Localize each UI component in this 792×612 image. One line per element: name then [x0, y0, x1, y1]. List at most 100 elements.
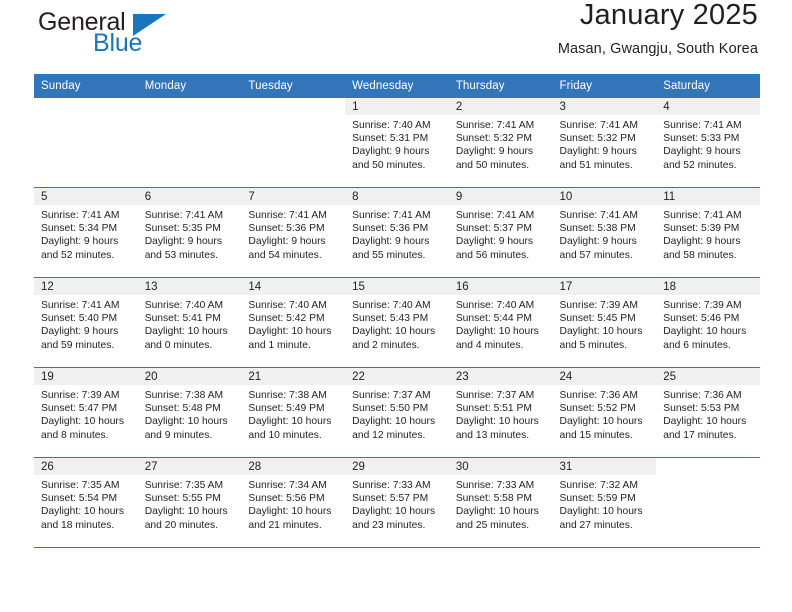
- day-number: 26: [34, 458, 138, 475]
- calendar-day-cell[interactable]: 28 Sunrise: 7:34 AM Sunset: 5:56 PM Dayligh…: [241, 457, 346, 548]
- calendar-day-cell[interactable]: 22 Sunrise: 7:37 AM Sunset: 5:50 PM Dayligh…: [345, 367, 449, 458]
- daylight-text-line1: Daylight: 10 hours: [559, 326, 643, 338]
- calendar-day-cell[interactable]: 24 Sunrise: 7:36 AM Sunset: 5:52 PM Dayligh…: [552, 367, 657, 458]
- sunrise-text: Sunrise: 7:39 AM: [663, 300, 742, 311]
- calendar-week-row: 5 Sunrise: 7:41 AM Sunset: 5:34 PM Daylight…: [34, 187, 760, 278]
- calendar-week-row: 19 Sunrise: 7:39 AM Sunset: 5:47 PM Dayligh…: [34, 367, 760, 458]
- daylight-text-line2: and 56 minutes.: [455, 249, 530, 261]
- daylight-text-line1: Daylight: 10 hours: [455, 416, 539, 428]
- calendar-day-cell[interactable]: 7 Sunrise: 7:41 AM Sunset: 5:36 PM Daylight…: [241, 187, 346, 278]
- daylight-text-line2: and 55 minutes.: [352, 249, 426, 261]
- day-number: 20: [137, 368, 242, 385]
- day-details: Sunrise: 7:41 AM Sunset: 5:36 PM Daylight:…: [345, 205, 449, 262]
- daylight-text-line2: and 6 minutes.: [663, 339, 731, 351]
- day-cell-content: 7 Sunrise: 7:41 AM Sunset: 5:36 PM Daylight…: [241, 188, 346, 277]
- calendar-day-cell[interactable]: 27 Sunrise: 7:35 AM Sunset: 5:55 PM Dayligh…: [137, 457, 242, 548]
- day-details: Sunrise: 7:41 AM Sunset: 5:32 PM Daylight:…: [449, 115, 553, 172]
- calendar-day-cell[interactable]: 18 Sunrise: 7:39 AM Sunset: 5:46 PM Dayligh…: [656, 277, 760, 368]
- day-details: Sunrise: 7:40 AM Sunset: 5:43 PM Daylight:…: [345, 295, 449, 352]
- day-cell-content: 4 Sunrise: 7:41 AM Sunset: 5:33 PM Daylight…: [656, 98, 760, 187]
- sunset-text: Sunset: 5:52 PM: [559, 403, 636, 415]
- calendar-day-cell[interactable]: 26 Sunrise: 7:35 AM Sunset: 5:54 PM Dayligh…: [34, 457, 138, 548]
- daylight-text-line1: Daylight: 9 hours: [41, 236, 119, 248]
- calendar-day-cell[interactable]: 10 Sunrise: 7:41 AM Sunset: 5:38 PM Dayligh…: [552, 187, 657, 278]
- day-number: 10: [552, 188, 657, 205]
- sunrise-text: Sunrise: 7:41 AM: [352, 210, 431, 221]
- daylight-text-line1: Daylight: 10 hours: [144, 506, 228, 518]
- sunset-text: Sunset: 5:47 PM: [41, 403, 118, 415]
- sunrise-text: Sunrise: 7:41 AM: [41, 210, 120, 221]
- day-details: Sunrise: 7:37 AM Sunset: 5:50 PM Daylight:…: [345, 385, 449, 442]
- sunrise-text: Sunrise: 7:40 AM: [352, 300, 431, 311]
- day-cell-content: 27 Sunrise: 7:35 AM Sunset: 5:55 PM Dayligh…: [137, 458, 242, 547]
- daylight-text-line1: Daylight: 10 hours: [41, 506, 124, 518]
- sunset-text: Sunset: 5:34 PM: [41, 223, 118, 235]
- calendar-day-cell[interactable]: 1 Sunrise: 7:40 AM Sunset: 5:31 PM Daylight…: [345, 98, 449, 188]
- calendar-day-cell[interactable]: [241, 98, 346, 188]
- calendar-day-cell[interactable]: 5 Sunrise: 7:41 AM Sunset: 5:34 PM Daylight…: [34, 187, 138, 278]
- sunset-text: Sunset: 5:55 PM: [144, 493, 221, 505]
- daylight-text-line2: and 0 minutes.: [144, 339, 213, 351]
- weekday-header-friday: Friday: [552, 74, 657, 98]
- daylight-text-line2: and 1 minute.: [248, 339, 311, 351]
- calendar-day-cell[interactable]: 6 Sunrise: 7:41 AM Sunset: 5:35 PM Daylight…: [137, 187, 242, 278]
- calendar-day-cell[interactable]: 19 Sunrise: 7:39 AM Sunset: 5:47 PM Dayligh…: [34, 367, 138, 458]
- calendar-day-cell[interactable]: 31 Sunrise: 7:32 AM Sunset: 5:59 PM Dayligh…: [552, 457, 657, 548]
- day-details: Sunrise: 7:32 AM Sunset: 5:59 PM Daylight:…: [553, 475, 657, 532]
- calendar-day-cell[interactable]: 13 Sunrise: 7:40 AM Sunset: 5:41 PM Dayligh…: [137, 277, 242, 368]
- daylight-text-line2: and 51 minutes.: [559, 159, 633, 171]
- sunset-text: Sunset: 5:35 PM: [144, 223, 221, 235]
- sunset-text: Sunset: 5:58 PM: [455, 493, 532, 505]
- calendar-day-cell[interactable]: 20 Sunrise: 7:38 AM Sunset: 5:48 PM Dayligh…: [137, 367, 242, 458]
- day-number: 5: [34, 188, 138, 205]
- calendar-day-cell[interactable]: 9 Sunrise: 7:41 AM Sunset: 5:37 PM Daylight…: [448, 187, 553, 278]
- day-number: 8: [345, 188, 449, 205]
- calendar-day-cell[interactable]: 12 Sunrise: 7:41 AM Sunset: 5:40 PM Dayligh…: [34, 277, 138, 368]
- day-cell-content: 15 Sunrise: 7:40 AM Sunset: 5:43 PM Dayligh…: [345, 278, 449, 367]
- calendar-day-cell[interactable]: 16 Sunrise: 7:40 AM Sunset: 5:44 PM Dayligh…: [448, 277, 553, 368]
- daylight-text-line2: and 15 minutes.: [559, 429, 633, 441]
- sunrise-text: Sunrise: 7:37 AM: [455, 390, 535, 401]
- daylight-text-line1: Daylight: 10 hours: [352, 326, 436, 338]
- day-cell-content: 9 Sunrise: 7:41 AM Sunset: 5:37 PM Daylight…: [448, 188, 553, 277]
- daylight-text-line1: Daylight: 9 hours: [455, 146, 534, 158]
- calendar-day-cell[interactable]: [137, 98, 242, 188]
- calendar-day-cell[interactable]: 30 Sunrise: 7:33 AM Sunset: 5:58 PM Dayligh…: [448, 457, 553, 548]
- calendar-day-cell[interactable]: 15 Sunrise: 7:40 AM Sunset: 5:43 PM Dayligh…: [345, 277, 449, 368]
- day-cell-content: [137, 98, 242, 187]
- day-number: 21: [241, 368, 346, 385]
- sunset-text: Sunset: 5:54 PM: [41, 493, 118, 505]
- calendar-day-cell[interactable]: [656, 457, 760, 548]
- day-number: [241, 98, 346, 115]
- calendar-day-cell[interactable]: 25 Sunrise: 7:36 AM Sunset: 5:53 PM Dayligh…: [656, 367, 760, 458]
- day-number: 11: [656, 188, 760, 205]
- daylight-text-line2: and 4 minutes.: [455, 339, 524, 351]
- sunrise-text: Sunrise: 7:32 AM: [559, 480, 638, 491]
- calendar-day-cell[interactable]: 14 Sunrise: 7:40 AM Sunset: 5:42 PM Dayligh…: [241, 277, 346, 368]
- sunset-text: Sunset: 5:44 PM: [455, 313, 532, 325]
- calendar-day-cell[interactable]: [34, 98, 138, 188]
- calendar-day-cell[interactable]: 29 Sunrise: 7:33 AM Sunset: 5:57 PM Dayligh…: [345, 457, 449, 548]
- calendar-day-cell[interactable]: 2 Sunrise: 7:41 AM Sunset: 5:32 PM Daylight…: [448, 98, 553, 188]
- sunrise-text: Sunrise: 7:40 AM: [144, 300, 224, 311]
- sunrise-text: Sunrise: 7:41 AM: [663, 120, 742, 131]
- day-cell-content: [34, 98, 138, 187]
- day-cell-content: 3 Sunrise: 7:41 AM Sunset: 5:32 PM Daylight…: [552, 98, 657, 187]
- day-cell-content: [656, 458, 760, 547]
- daylight-text-line1: Daylight: 10 hours: [248, 506, 332, 518]
- day-number: 24: [552, 368, 657, 385]
- daylight-text-line2: and 52 minutes.: [41, 249, 115, 261]
- calendar-day-cell[interactable]: 21 Sunrise: 7:38 AM Sunset: 5:49 PM Dayligh…: [241, 367, 346, 458]
- calendar-day-cell[interactable]: 3 Sunrise: 7:41 AM Sunset: 5:32 PM Daylight…: [552, 98, 657, 188]
- daylight-text-line1: Daylight: 10 hours: [352, 506, 436, 518]
- calendar-day-cell[interactable]: 4 Sunrise: 7:41 AM Sunset: 5:33 PM Daylight…: [656, 98, 760, 188]
- sunrise-text: Sunrise: 7:41 AM: [455, 210, 535, 221]
- calendar-day-cell[interactable]: 11 Sunrise: 7:41 AM Sunset: 5:39 PM Dayligh…: [656, 187, 760, 278]
- daylight-text-line2: and 50 minutes.: [455, 159, 530, 171]
- calendar-day-cell[interactable]: 17 Sunrise: 7:39 AM Sunset: 5:45 PM Dayligh…: [552, 277, 657, 368]
- calendar-day-cell[interactable]: 8 Sunrise: 7:41 AM Sunset: 5:36 PM Daylight…: [345, 187, 449, 278]
- calendar-grid: Sunday Monday Tuesday Wednesday Thursday…: [34, 74, 760, 548]
- daylight-text-line2: and 2 minutes.: [352, 339, 420, 351]
- day-cell-content: 8 Sunrise: 7:41 AM Sunset: 5:36 PM Daylight…: [345, 188, 449, 277]
- calendar-day-cell[interactable]: 23 Sunrise: 7:37 AM Sunset: 5:51 PM Dayligh…: [448, 367, 553, 458]
